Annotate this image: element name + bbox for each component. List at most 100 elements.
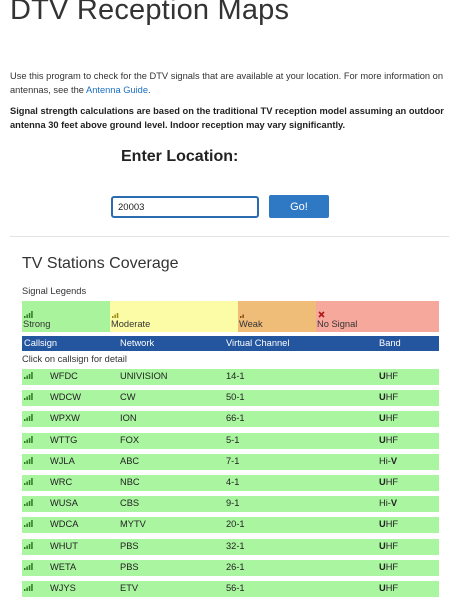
station-band: UHF — [379, 477, 398, 487]
band-rest: HF — [385, 561, 399, 572]
station-virtual-channel: 32-1 — [226, 540, 245, 551]
station-callsign[interactable]: WRC — [50, 477, 72, 487]
station-virtual-channel: 50-1 — [226, 392, 245, 403]
station-row[interactable]: WJLA ABC 7-1 Hi-V — [22, 453, 439, 470]
station-callsign[interactable]: WDCW — [50, 392, 81, 402]
station-virtual-channel: 7-1 — [226, 455, 240, 466]
station-row[interactable]: WUSA CBS 9-1 Hi-V — [22, 496, 439, 513]
legend-strong: Strong — [22, 301, 110, 332]
signal-strong-icon — [24, 456, 33, 466]
station-band: UHF — [379, 541, 398, 551]
band-bold: U — [379, 519, 386, 530]
band-rest: HF — [385, 413, 399, 424]
station-band: Hi-V — [379, 498, 397, 508]
station-virtual-channel: 4-1 — [226, 476, 240, 487]
band-rest: Hi- — [379, 498, 391, 509]
intro-paragraph: Use this program to check for the DTV si… — [10, 69, 448, 97]
station-network: FOX — [120, 434, 140, 445]
station-callsign[interactable]: WPXW — [50, 413, 80, 423]
station-band: UHF — [379, 562, 398, 572]
band-bold: U — [379, 582, 386, 593]
station-row[interactable]: WDCW CW 50-1 UHF — [22, 390, 439, 407]
station-network: ETV — [120, 582, 139, 593]
signal-strong-icon — [24, 371, 33, 381]
station-virtual-channel: 14-1 — [226, 371, 245, 381]
station-callsign[interactable]: WETA — [50, 562, 76, 572]
band-rest: HF — [385, 476, 399, 487]
antenna-guide-link[interactable]: Antenna Guide — [86, 85, 148, 95]
table-header: Callsign Network Virtual Channel Band — [22, 336, 439, 351]
station-callsign[interactable]: WFDC — [50, 371, 78, 381]
station-band: UHF — [379, 435, 398, 445]
band-rest: Hi- — [379, 455, 391, 466]
signal-strong-icon — [24, 541, 33, 551]
band-bold: U — [379, 561, 386, 572]
station-network: UNIVISION — [120, 371, 168, 381]
station-row[interactable]: WJYS ETV 56-1 UHF — [22, 580, 439, 597]
station-row[interactable]: WDCA MYTV 20-1 UHF — [22, 517, 439, 534]
page-title: DTV Reception Maps — [10, 0, 290, 26]
intro-text: Use this program to check for the DTV si… — [10, 71, 444, 95]
band-rest: HF — [385, 392, 399, 403]
station-network: CBS — [120, 498, 140, 509]
coverage-title: TV Stations Coverage — [22, 255, 179, 272]
station-band: UHF — [379, 392, 398, 402]
station-callsign[interactable]: WUSA — [50, 498, 78, 508]
station-row[interactable]: WFDC UNIVISION 14-1 UHF — [22, 369, 439, 385]
station-row[interactable]: WHUT PBS 32-1 UHF — [22, 538, 439, 555]
station-virtual-channel: 66-1 — [226, 413, 245, 424]
band-bold: U — [379, 392, 386, 403]
header-band: Band — [379, 338, 401, 348]
signal-legend: Strong Moderate Weak No Signal — [22, 301, 439, 332]
location-heading: Enter Location: — [121, 148, 239, 165]
station-callsign[interactable]: WHUT — [50, 541, 78, 551]
signal-strong-icon — [24, 392, 33, 402]
signal-strong-icon — [24, 583, 33, 593]
station-callsign[interactable]: WDCA — [50, 519, 78, 529]
station-virtual-channel: 56-1 — [226, 582, 245, 593]
band-bold: V — [390, 498, 398, 509]
station-row[interactable]: WETA PBS 26-1 UHF — [22, 559, 439, 576]
legend-label: Weak — [239, 319, 263, 329]
station-virtual-channel: 9-1 — [226, 498, 240, 509]
band-rest: HF — [385, 582, 399, 593]
band-bold: V — [390, 455, 398, 466]
band-bold: U — [379, 413, 386, 424]
station-network: CW — [120, 392, 136, 403]
station-callsign[interactable]: WJYS — [50, 583, 76, 593]
signal-strong-icon — [24, 435, 33, 445]
callsign-hint: Click on callsign for detail — [22, 354, 127, 364]
band-bold: U — [379, 371, 386, 381]
section-divider — [10, 236, 449, 237]
legend-label: No Signal — [317, 319, 358, 329]
station-virtual-channel: 26-1 — [226, 561, 245, 572]
band-bold: U — [379, 434, 386, 445]
signal-strong-icon — [24, 562, 33, 572]
station-row[interactable]: WRC NBC 4-1 UHF — [22, 474, 439, 491]
header-network: Network — [120, 338, 155, 348]
band-rest: HF — [385, 519, 399, 530]
signal-model-note: Signal strength calculations are based o… — [10, 106, 444, 130]
station-callsign[interactable]: WJLA — [50, 456, 75, 466]
station-row[interactable]: WPXW ION 66-1 UHF — [22, 411, 439, 428]
legend-title: Signal Legends — [22, 286, 87, 296]
location-input[interactable] — [111, 196, 259, 218]
station-network: PBS — [120, 540, 139, 551]
intro-end: . — [148, 85, 151, 95]
signal-strong-icon — [24, 477, 33, 487]
station-row[interactable]: WTTG FOX 5-1 UHF — [22, 432, 439, 449]
station-callsign[interactable]: WTTG — [50, 435, 77, 445]
legend-weak: Weak — [238, 301, 316, 332]
station-band: UHF — [379, 413, 398, 423]
station-band: UHF — [379, 371, 398, 381]
station-network: ION — [120, 413, 137, 424]
band-rest: HF — [385, 371, 399, 381]
station-band: UHF — [379, 519, 398, 529]
signal-strong-icon — [24, 498, 33, 508]
go-button[interactable]: Go! — [269, 195, 329, 218]
signal-strong-icon — [24, 519, 33, 529]
station-virtual-channel: 20-1 — [226, 519, 245, 530]
header-virtual-channel: Virtual Channel — [226, 338, 290, 348]
header-callsign: Callsign — [24, 338, 58, 348]
legend-moderate: Moderate — [110, 301, 238, 332]
